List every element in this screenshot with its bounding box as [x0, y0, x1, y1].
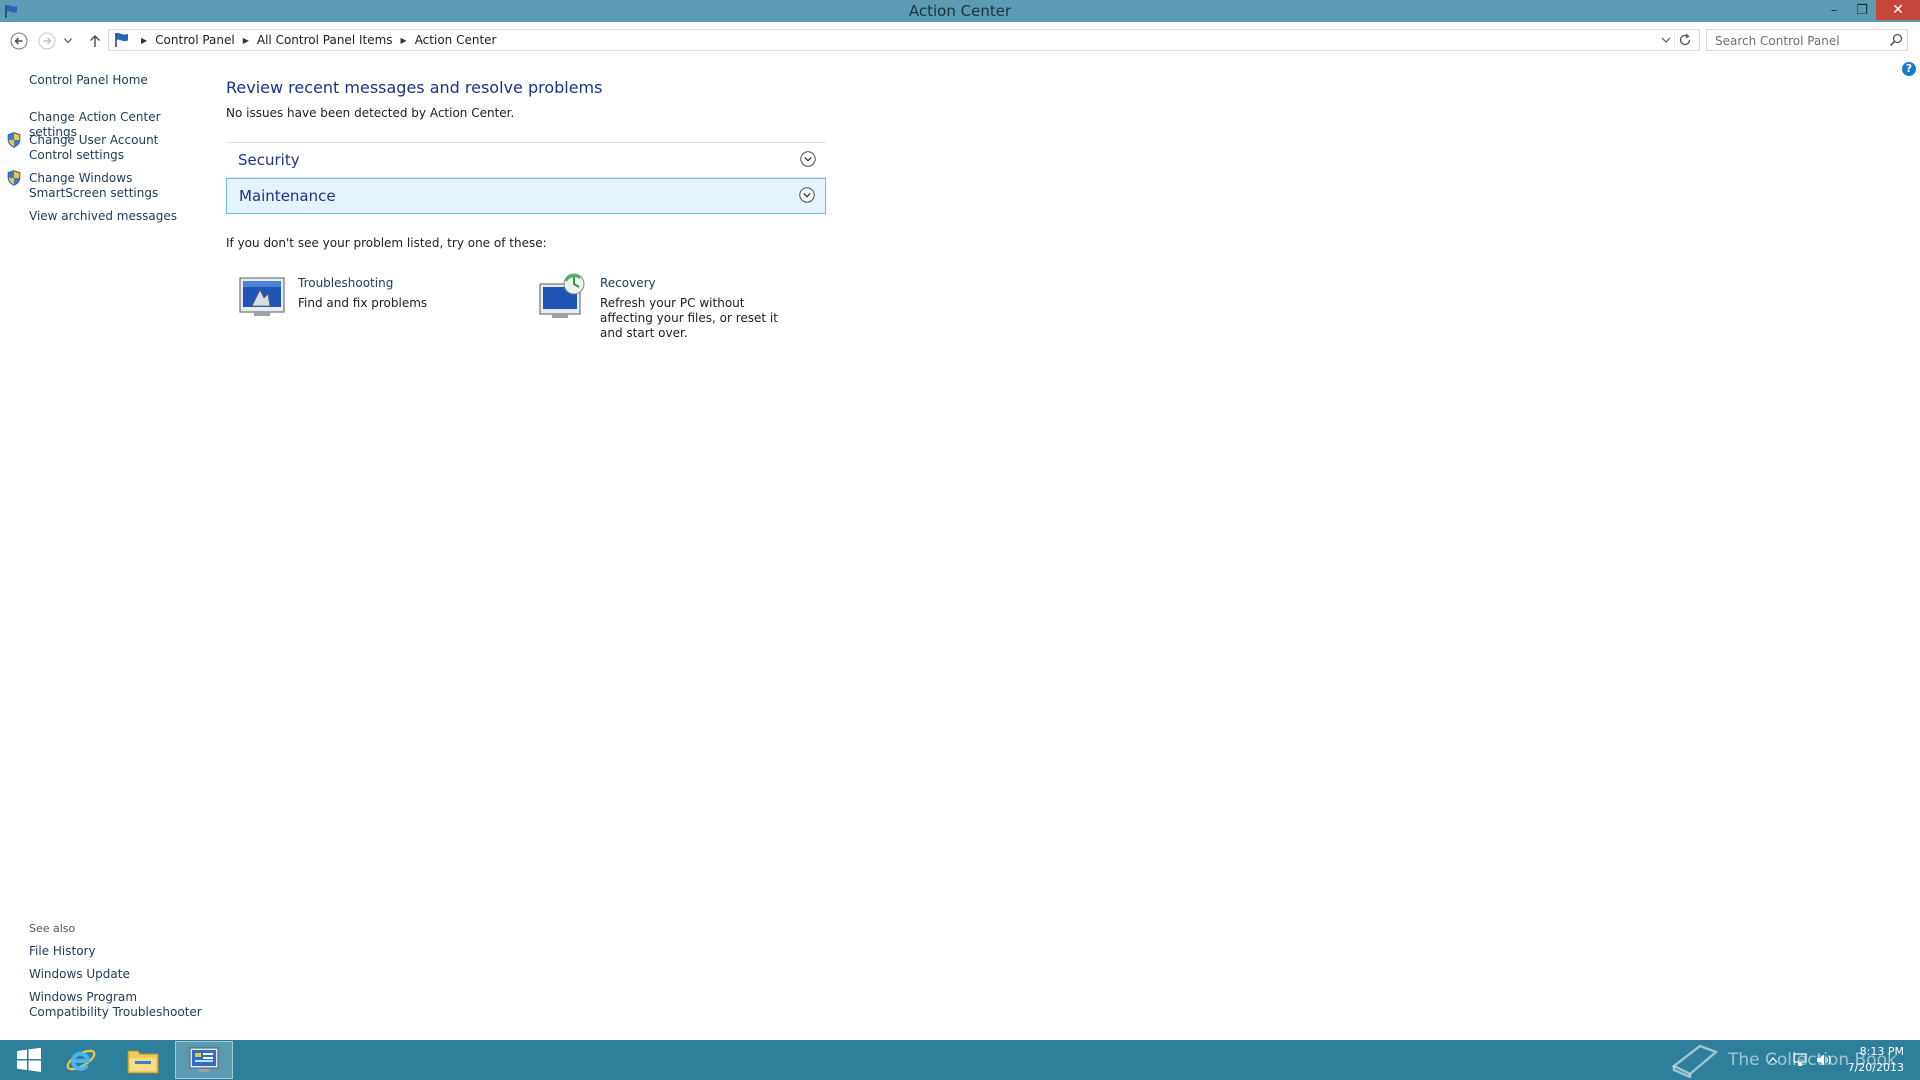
breadcrumb-action-center[interactable]: Action Center — [415, 33, 497, 47]
section-title-maintenance: Maintenance — [239, 187, 336, 205]
minimize-button[interactable]: – — [1820, 0, 1848, 20]
breadcrumb-separator[interactable]: ▶ — [243, 36, 249, 45]
maximize-button[interactable]: ❐ — [1848, 0, 1876, 20]
file-history-link[interactable]: File History — [29, 944, 204, 959]
volume-tray-button[interactable] — [1816, 1040, 1832, 1080]
navigation-bar: ▶ Control Panel ▶ All Control Panel Item… — [0, 22, 1920, 58]
maintenance-section-header[interactable]: Maintenance — [226, 178, 826, 214]
forward-arrow-icon — [38, 32, 56, 50]
troubleshooting-description: Find and fix problems — [298, 296, 428, 310]
status-message: No issues have been detected by Action C… — [226, 106, 515, 120]
windows-update-link[interactable]: Windows Update — [29, 967, 204, 982]
troubleshooting-icon — [239, 277, 285, 316]
back-button[interactable] — [9, 31, 29, 51]
book-watermark-icon — [1671, 1044, 1719, 1078]
internet-explorer-taskbar-button[interactable] — [52, 1040, 110, 1080]
start-button[interactable] — [0, 1040, 58, 1080]
change-uac-settings-link[interactable]: Change User Account Control settings — [29, 133, 204, 163]
breadcrumb-separator: ▶ — [141, 35, 148, 45]
uac-shield-icon — [7, 132, 21, 148]
up-button[interactable] — [85, 31, 105, 51]
taskbar — [0, 1040, 1920, 1080]
up-arrow-icon — [90, 35, 100, 47]
change-smartscreen-settings-link[interactable]: Change Windows SmartScreen settings — [29, 171, 204, 201]
help-button[interactable]: ? — [1902, 62, 1916, 76]
address-divider — [1674, 32, 1675, 48]
volume-icon — [1817, 1054, 1831, 1066]
network-icon — [1793, 1053, 1807, 1066]
search-icon[interactable] — [1889, 33, 1903, 47]
security-section-header[interactable]: Security — [226, 143, 826, 178]
troubleshooting-link[interactable]: Troubleshooting — [298, 276, 393, 291]
expand-chevron-icon[interactable] — [799, 187, 815, 203]
clock-date: 7/20/2013 — [1847, 1061, 1904, 1074]
expand-chevron-icon[interactable] — [800, 151, 816, 167]
search-input[interactable] — [1713, 31, 1887, 51]
search-box[interactable] — [1706, 29, 1908, 51]
action-center-flag-icon — [115, 33, 128, 47]
uac-shield-icon — [7, 170, 21, 186]
recent-locations-button[interactable] — [62, 31, 74, 51]
back-arrow-icon — [10, 32, 28, 50]
file-explorer-taskbar-button[interactable] — [114, 1040, 172, 1080]
suggestions-hint: If you don't see your problem listed, tr… — [226, 236, 547, 250]
forward-button[interactable] — [37, 31, 57, 51]
show-hidden-icons-button[interactable] — [1768, 1040, 1778, 1080]
clock-time: 8:13 PM — [1859, 1045, 1904, 1058]
section-title-security: Security — [238, 151, 300, 169]
file-explorer-icon — [127, 1050, 159, 1074]
close-button[interactable]: ✕ — [1876, 0, 1920, 20]
chevron-down-icon — [64, 38, 72, 44]
window-title: Action Center — [908, 2, 1012, 20]
breadcrumb-control-panel[interactable]: Control Panel — [155, 33, 235, 47]
see-also-heading: See also — [29, 922, 76, 935]
control-panel-icon — [189, 1047, 219, 1072]
breadcrumb-all-items[interactable]: All Control Panel Items — [257, 33, 393, 47]
network-tray-button[interactable] — [1792, 1040, 1808, 1080]
breadcrumb-separator[interactable]: ▶ — [401, 36, 407, 45]
address-bar[interactable]: ▶ Control Panel ▶ All Control Panel Item… — [108, 29, 1700, 51]
page-title: Review recent messages and resolve probl… — [226, 78, 603, 97]
recovery-icon — [539, 273, 585, 318]
control-panel-taskbar-button[interactable] — [175, 1041, 233, 1079]
title-bar: Action Center – ❐ ✕ — [0, 0, 1920, 22]
control-panel-home-link[interactable]: Control Panel Home — [29, 73, 204, 88]
recovery-description: Refresh your PC without affecting your f… — [600, 296, 778, 340]
compatibility-troubleshooter-link[interactable]: Windows Program Compatibility Troublesho… — [29, 990, 204, 1020]
view-archived-messages-link[interactable]: View archived messages — [29, 209, 204, 224]
recovery-link[interactable]: Recovery — [600, 276, 656, 291]
internet-explorer-icon — [66, 1049, 96, 1071]
address-history-chevron-icon[interactable] — [1661, 33, 1671, 47]
clock[interactable]: 8:13 PM 7/20/2013 — [1848, 1044, 1904, 1076]
windows-start-icon — [17, 1047, 41, 1072]
chevron-up-icon — [1768, 1057, 1778, 1063]
refresh-icon[interactable] — [1677, 32, 1693, 48]
